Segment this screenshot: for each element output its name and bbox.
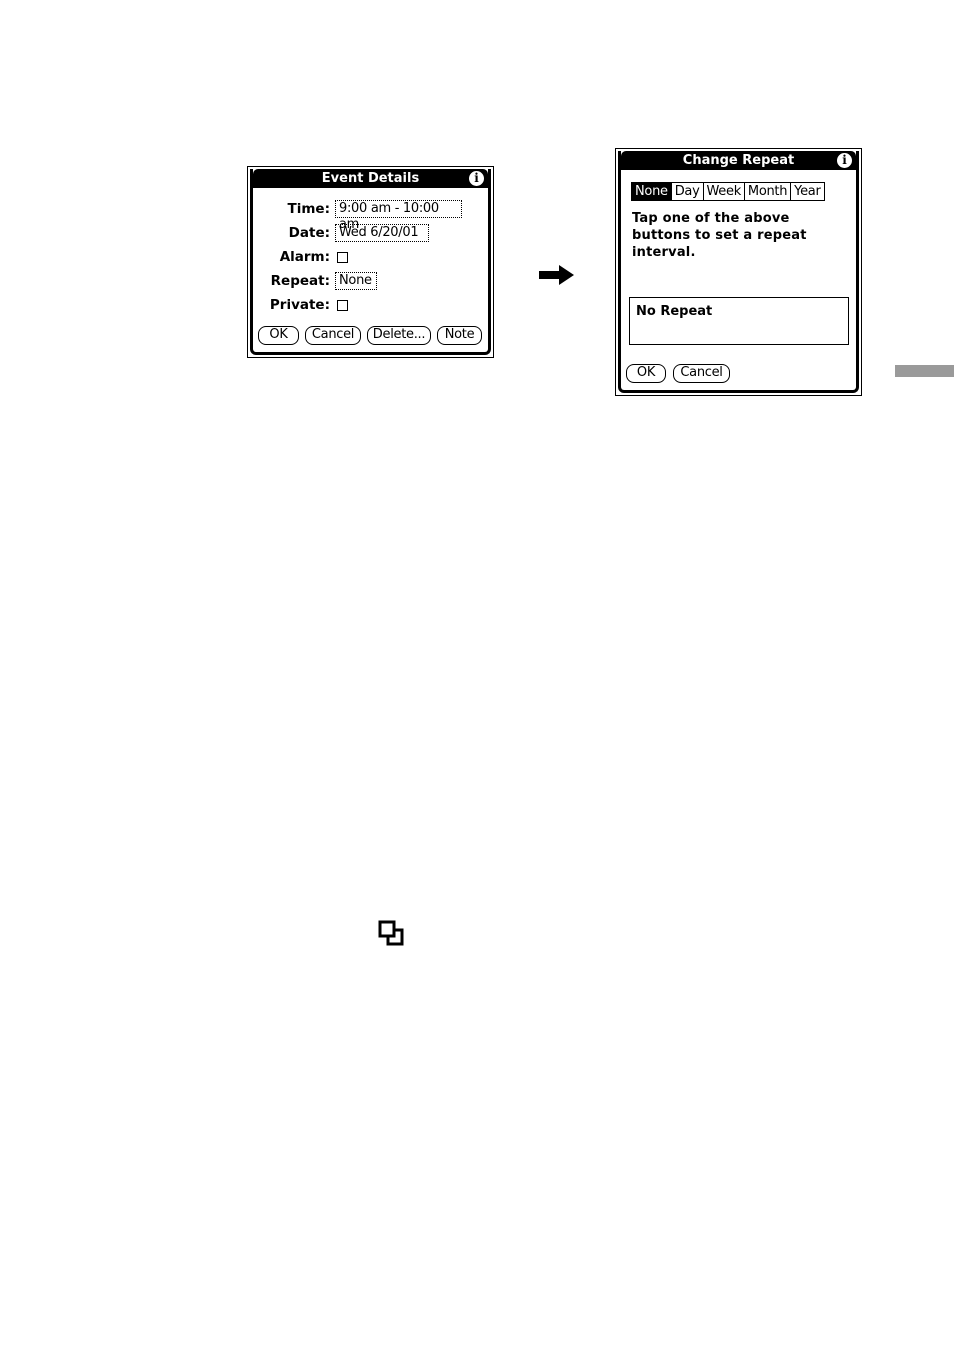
right-arrow-icon — [539, 265, 574, 285]
private-label: Private: — [269, 297, 330, 313]
change-repeat-titlebar: Change Repeat i — [621, 151, 856, 170]
page-tab-marker — [895, 365, 954, 377]
private-checkbox[interactable] — [337, 300, 348, 311]
event-details-frame: Event Details i Time: 9:00 am - 10:00 am… — [250, 169, 491, 355]
instructions-line: buttons to set a repeat — [632, 228, 807, 243]
instructions-line: Tap one of the above — [632, 211, 790, 226]
alarm-label: Alarm: — [279, 249, 330, 265]
cancel-button[interactable]: Cancel — [673, 364, 730, 383]
repeat-interval-selector: None Day Week Month Year — [631, 182, 825, 201]
repeat-field[interactable]: None — [335, 272, 377, 290]
alarm-checkbox[interactable] — [337, 252, 348, 263]
ok-button[interactable]: OK — [258, 326, 299, 345]
info-icon[interactable]: i — [837, 153, 852, 168]
note-button[interactable]: Note — [437, 326, 482, 345]
segment-year[interactable]: Year — [790, 183, 823, 200]
date-label: Date: — [288, 225, 330, 241]
cancel-button[interactable]: Cancel — [305, 326, 361, 345]
info-icon[interactable]: i — [469, 171, 484, 186]
delete-button[interactable]: Delete... — [367, 326, 431, 345]
change-repeat-title: Change Repeat — [682, 153, 795, 168]
segment-none[interactable]: None — [632, 183, 671, 200]
segment-month[interactable]: Month — [743, 183, 790, 200]
segment-week[interactable]: Week — [702, 183, 744, 200]
repeat-summary-text: No Repeat — [636, 304, 713, 319]
time-field[interactable]: 9:00 am - 10:00 am — [335, 200, 462, 232]
instructions-line: interval. — [632, 245, 696, 260]
date-field[interactable]: Wed 6/20/01 — [335, 224, 429, 242]
repeat-summary-box: No Repeat — [629, 297, 849, 345]
segment-day[interactable]: Day — [670, 183, 703, 200]
change-repeat-dialog: Change Repeat i None Day Week Month Year… — [615, 148, 862, 396]
event-details-titlebar: Event Details i — [253, 169, 488, 188]
ok-button[interactable]: OK — [626, 364, 666, 383]
copy-icon — [378, 920, 404, 946]
change-repeat-frame: Change Repeat i None Day Week Month Year… — [618, 151, 859, 393]
event-details-dialog: Event Details i Time: 9:00 am - 10:00 am… — [247, 166, 494, 358]
time-label: Time: — [287, 201, 330, 217]
event-details-title: Event Details — [321, 171, 420, 186]
repeat-label: Repeat: — [270, 273, 330, 289]
instructions-text: Tap one of the above buttons to set a re… — [632, 210, 807, 261]
